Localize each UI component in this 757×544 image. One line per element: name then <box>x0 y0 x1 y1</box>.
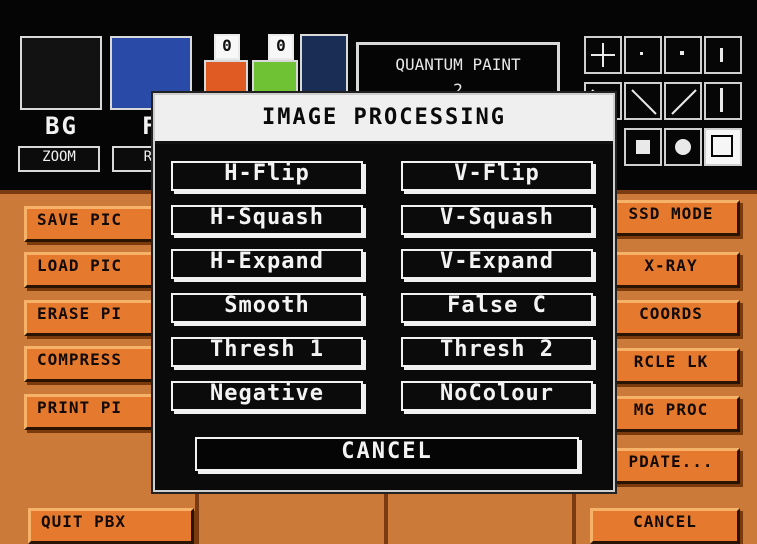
h-squash-button[interactable]: H-Squash <box>171 205 363 235</box>
nocolour-button[interactable]: NoColour <box>401 381 593 411</box>
coords-button[interactable]: COORDS <box>602 300 740 336</box>
zero-mark-icon: 0 <box>268 34 294 60</box>
divider-line <box>195 492 199 544</box>
false-c-button[interactable]: False C <box>401 293 593 323</box>
tool-line-short-icon[interactable] <box>704 36 742 74</box>
tool-circle-icon[interactable] <box>664 128 702 166</box>
tool-dot-small-icon[interactable] <box>624 36 662 74</box>
tool-square-icon[interactable] <box>624 128 662 166</box>
dialog-title: IMAGE PROCESSING <box>155 95 613 144</box>
quantum-paint-screen: BG F ZOOM RM 0 0 QUANTUM PAINT 2 SAVE PI… <box>0 0 757 544</box>
tool-filled-square-icon[interactable] <box>704 128 742 166</box>
negative-button[interactable]: Negative <box>171 381 363 411</box>
ssd-mode-button[interactable]: SSD MODE <box>602 200 740 236</box>
v-squash-button[interactable]: V-Squash <box>401 205 593 235</box>
thresh-2-button[interactable]: Thresh 2 <box>401 337 593 367</box>
quit-button[interactable]: QUIT PBX <box>28 508 194 544</box>
thresh-1-button[interactable]: Thresh 1 <box>171 337 363 367</box>
zoom-button[interactable]: ZOOM <box>18 146 100 172</box>
tool-cross-icon[interactable] <box>584 36 622 74</box>
background-color-swatch[interactable] <box>20 36 102 110</box>
h-flip-button[interactable]: H-Flip <box>171 161 363 191</box>
bg-label: BG <box>45 112 78 140</box>
v-flip-button[interactable]: V-Flip <box>401 161 593 191</box>
dialog-cancel-button[interactable]: CANCEL <box>195 437 579 471</box>
tool-vertical-line-icon[interactable] <box>704 82 742 120</box>
tool-diagonal-right-icon[interactable] <box>624 82 662 120</box>
tool-diagonal-up-icon[interactable] <box>664 82 702 120</box>
img-proc-button[interactable]: MG PROC <box>602 396 740 432</box>
tool-dot-medium-icon[interactable] <box>664 36 702 74</box>
divider-line <box>572 492 576 544</box>
app-title: QUANTUM PAINT <box>395 55 521 74</box>
v-expand-button[interactable]: V-Expand <box>401 249 593 279</box>
image-processing-dialog: IMAGE PROCESSING H-Flip V-Flip H-Squash … <box>153 93 615 492</box>
cancel-right-button[interactable]: CANCEL <box>590 508 740 544</box>
divider-line <box>384 492 388 544</box>
circle-lk-button[interactable]: RCLE LK <box>602 348 740 384</box>
update-button[interactable]: PDATE... <box>602 448 740 484</box>
zero-mark-icon: 0 <box>214 34 240 60</box>
x-ray-button[interactable]: X-RAY <box>602 252 740 288</box>
smooth-button[interactable]: Smooth <box>171 293 363 323</box>
h-expand-button[interactable]: H-Expand <box>171 249 363 279</box>
